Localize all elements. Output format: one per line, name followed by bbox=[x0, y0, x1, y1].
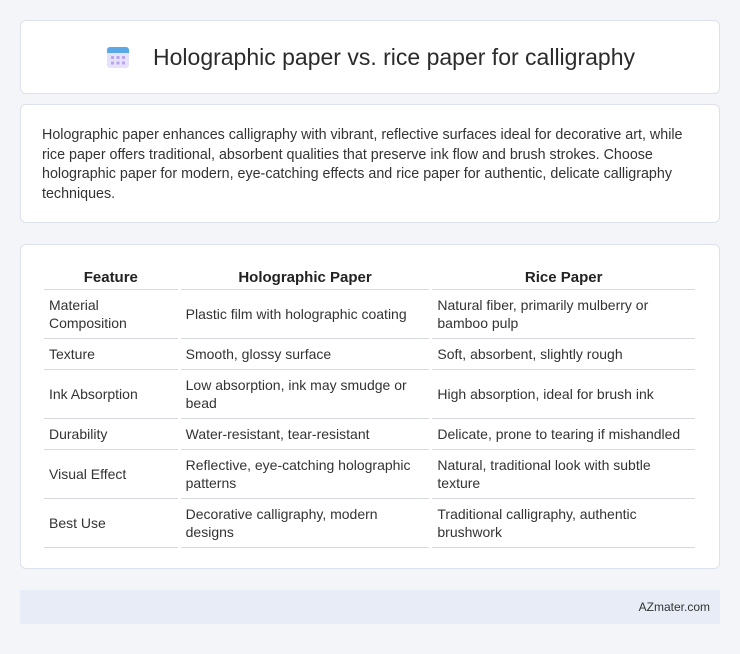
rice-cell: Delicate, prone to tearing if mishandled bbox=[432, 419, 695, 450]
holographic-cell: Plastic film with holographic coating bbox=[180, 290, 430, 339]
feature-cell: Best Use bbox=[44, 499, 178, 548]
holographic-cell: Decorative calligraphy, modern designs bbox=[180, 499, 430, 548]
rice-cell: Traditional calligraphy, authentic brush… bbox=[432, 499, 695, 548]
holographic-cell: Water-resistant, tear-resistant bbox=[180, 419, 430, 450]
holographic-cell: Smooth, glossy surface bbox=[180, 339, 430, 370]
title-card: Holographic paper vs. rice paper for cal… bbox=[20, 20, 720, 94]
table-row: Best Use Decorative calligraphy, modern … bbox=[44, 499, 695, 548]
comparison-table: Feature Holographic Paper Rice Paper Mat… bbox=[41, 263, 698, 548]
feature-cell: Ink Absorption bbox=[44, 370, 178, 419]
rice-cell: Soft, absorbent, slightly rough bbox=[432, 339, 695, 370]
table-row: Durability Water-resistant, tear-resista… bbox=[44, 419, 695, 450]
holographic-cell: Reflective, eye-catching holographic pat… bbox=[180, 450, 430, 499]
table-row: Material Composition Plastic film with h… bbox=[44, 290, 695, 339]
table-row: Ink Absorption Low absorption, ink may s… bbox=[44, 370, 695, 419]
holographic-cell: Low absorption, ink may smudge or bead bbox=[180, 370, 430, 419]
feature-cell: Durability bbox=[44, 419, 178, 450]
footer-bar: AZmater.com bbox=[20, 590, 720, 624]
rice-cell: High absorption, ideal for brush ink bbox=[432, 370, 695, 419]
summary-text: Holographic paper enhances calligraphy w… bbox=[42, 127, 683, 202]
rice-cell: Natural, traditional look with subtle te… bbox=[432, 450, 695, 499]
table-row: Texture Smooth, glossy surface Soft, abs… bbox=[44, 339, 695, 370]
header-feature: Feature bbox=[44, 263, 178, 290]
rice-cell: Natural fiber, primarily mulberry or bam… bbox=[432, 290, 695, 339]
comparison-table-card: Feature Holographic Paper Rice Paper Mat… bbox=[20, 244, 720, 569]
feature-cell: Visual Effect bbox=[44, 450, 178, 499]
table-header-row: Feature Holographic Paper Rice Paper bbox=[44, 263, 695, 290]
header-holographic-paper: Holographic Paper bbox=[180, 263, 430, 290]
summary-card: Holographic paper enhances calligraphy w… bbox=[20, 104, 720, 223]
feature-cell: Material Composition bbox=[44, 290, 178, 339]
calendar-icon bbox=[107, 47, 130, 68]
page-title: Holographic paper vs. rice paper for cal… bbox=[153, 43, 635, 70]
header-rice-paper: Rice Paper bbox=[432, 263, 695, 290]
footer-brand: AZmater.com bbox=[638, 600, 710, 614]
table-row: Visual Effect Reflective, eye-catching h… bbox=[44, 450, 695, 499]
feature-cell: Texture bbox=[44, 339, 178, 370]
